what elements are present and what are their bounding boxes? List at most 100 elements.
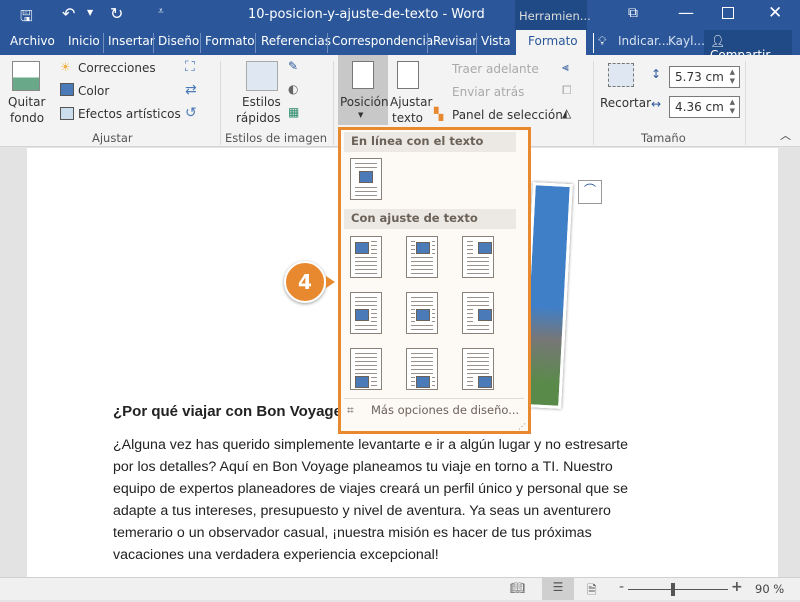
artistic-effects-button[interactable]: Efectos artísticos	[78, 107, 181, 121]
tab-inicio[interactable]: Inicio	[68, 34, 100, 48]
option-top-left[interactable]	[350, 236, 382, 278]
zoom-in-button[interactable]: +	[731, 579, 743, 595]
print-layout-icon[interactable]: ☰	[542, 578, 574, 600]
crop-button[interactable]: Recortar	[600, 96, 651, 110]
document-heading: ¿Por qué viajar con Bon Voyage?	[113, 403, 352, 420]
compress-pictures-icon[interactable]: ⛶	[185, 59, 195, 75]
maximize-icon[interactable]	[722, 7, 734, 19]
status-bar: 📖︎ ☰ 🗎 - + 90 %	[0, 577, 800, 600]
layout-options-more-icon: ⌗	[347, 403, 354, 417]
option-bottom-left[interactable]	[350, 348, 382, 390]
ribbon-display-icon[interactable]: ⧉	[628, 5, 638, 21]
height-input[interactable]: 5.73 cm ▲ ▼	[669, 66, 740, 88]
rotate-icon[interactable]: ◭	[562, 106, 571, 120]
group-ajustar: Ajustar	[92, 131, 133, 145]
picture-effects-icon[interactable]: ◐	[288, 82, 298, 96]
width-value: 4.36 cm	[675, 100, 724, 114]
picture-icon	[416, 309, 430, 321]
align-icon[interactable]: ⫷	[562, 60, 569, 75]
option-top-center[interactable]	[406, 236, 438, 278]
bring-forward-button[interactable]: Traer adelante	[452, 62, 539, 76]
tab-referencias[interactable]: Referencias	[261, 34, 331, 48]
group-icon[interactable]: ⧠	[562, 83, 572, 98]
save-icon[interactable]: 🖫	[20, 6, 33, 31]
tab-revisar[interactable]: Revisar	[433, 34, 477, 48]
zoom-slider-thumb[interactable]	[671, 583, 675, 596]
ribbon-tabs: Archivo Inicio Insertar Diseño Formato R…	[0, 30, 800, 62]
wrap-text-label[interactable]: Ajustar	[390, 95, 432, 109]
tab-vista[interactable]: Vista	[481, 34, 511, 48]
minimize-icon[interactable]: —	[678, 3, 694, 22]
read-mode-icon[interactable]: 📖︎	[510, 581, 525, 595]
collapse-ribbon-icon[interactable]: ︿	[780, 127, 791, 143]
tab-archivo[interactable]: Archivo	[10, 34, 55, 48]
send-backward-button[interactable]: Enviar atrás	[452, 85, 524, 99]
context-tab-header: Herramien...	[515, 0, 591, 30]
callout-arrow-icon	[326, 276, 335, 288]
picture-icon	[478, 376, 492, 388]
picture-icon	[355, 242, 369, 254]
picture-icon	[355, 376, 369, 388]
option-inline[interactable]	[350, 158, 382, 200]
corrections-button[interactable]: Correcciones	[78, 61, 156, 75]
tab-insertar[interactable]: Insertar	[108, 34, 155, 48]
selection-pane-button[interactable]: Panel de selección	[452, 108, 563, 122]
zoom-slider[interactable]	[628, 589, 728, 590]
option-middle-center[interactable]	[406, 292, 438, 334]
customize-toolbar-icon[interactable]: ⩡	[158, 6, 164, 17]
tab-diseno[interactable]: Diseño	[158, 34, 199, 48]
quick-styles-label-2[interactable]: rápidos	[236, 111, 280, 125]
picture-icon	[416, 242, 430, 254]
paragraph-line: adapte a tus intereses, presupuesto y ni…	[113, 503, 611, 519]
layout-options-icon[interactable]: ⌒	[578, 180, 602, 204]
tab-formato-imagen[interactable]: Formato	[516, 30, 586, 55]
wrap-text-icon[interactable]	[397, 61, 419, 89]
position-icon	[352, 61, 374, 89]
person-add-icon: 👤︎	[710, 34, 726, 48]
position-button[interactable]: Posición ▼	[338, 55, 389, 125]
picture-icon	[416, 376, 430, 388]
wrap-text-label-2[interactable]: texto	[392, 111, 423, 125]
tell-me-input[interactable]: Indicar...	[618, 34, 669, 48]
web-layout-icon[interactable]: 🗎	[587, 581, 597, 602]
picture-layout-icon[interactable]: ▦	[288, 105, 299, 119]
user-name[interactable]: Kayl...	[668, 34, 705, 48]
width-spinner[interactable]: ▲ ▼	[730, 98, 735, 116]
undo-dropdown-icon[interactable]: ▼	[87, 8, 93, 17]
remove-background-icon[interactable]	[12, 61, 40, 91]
remove-background-label-2[interactable]: fondo	[10, 111, 44, 125]
option-middle-right[interactable]	[462, 292, 494, 334]
close-icon[interactable]: ✕	[768, 3, 782, 23]
option-bottom-right[interactable]	[462, 348, 494, 390]
lightbulb-icon: 💡︎	[598, 34, 607, 48]
color-button[interactable]: Color	[78, 84, 109, 98]
position-dropdown: En línea con el texto Con ajuste de text…	[338, 127, 531, 434]
remove-background-label[interactable]: Quitar	[8, 95, 45, 109]
paragraph-line: por los detalles? Aquí en Bon Voyage pla…	[113, 459, 613, 475]
picture-border-icon[interactable]: ✎	[288, 59, 298, 73]
undo-icon[interactable]: ↶	[62, 4, 75, 23]
option-bottom-center[interactable]	[406, 348, 438, 390]
quick-styles-label[interactable]: Estilos	[242, 95, 281, 109]
width-input[interactable]: 4.36 cm ▲ ▼	[669, 96, 740, 118]
zoom-level[interactable]: 90 %	[755, 582, 784, 596]
quick-styles-icon[interactable]	[246, 61, 278, 91]
tab-correspondencia[interactable]: Correspondencia	[332, 34, 433, 48]
resize-grip-icon[interactable]: ⋰	[518, 422, 526, 431]
option-middle-left[interactable]	[350, 292, 382, 334]
share-button[interactable]: 👤︎ Compartir	[704, 30, 792, 62]
reset-picture-icon[interactable]: ↺	[185, 105, 197, 121]
section-inline: En línea con el texto	[344, 132, 516, 152]
corrections-icon: ☀	[60, 60, 71, 74]
redo-icon[interactable]: ↻	[110, 4, 123, 23]
tab-formato[interactable]: Formato	[205, 34, 255, 48]
height-spinner[interactable]: ▲ ▼	[730, 68, 735, 86]
crop-icon[interactable]	[608, 63, 634, 87]
width-icon: ↔	[651, 97, 662, 111]
document-title: 10-posicion-y-ajuste-de-texto - Word	[248, 7, 485, 22]
more-layout-options[interactable]: Más opciones de diseño...	[371, 403, 519, 417]
zoom-out-button[interactable]: -	[619, 579, 624, 595]
option-top-right[interactable]	[462, 236, 494, 278]
paragraph-line: vacaciones una verdadera experiencia exc…	[113, 547, 439, 563]
change-picture-icon[interactable]: ⇄	[185, 82, 197, 98]
